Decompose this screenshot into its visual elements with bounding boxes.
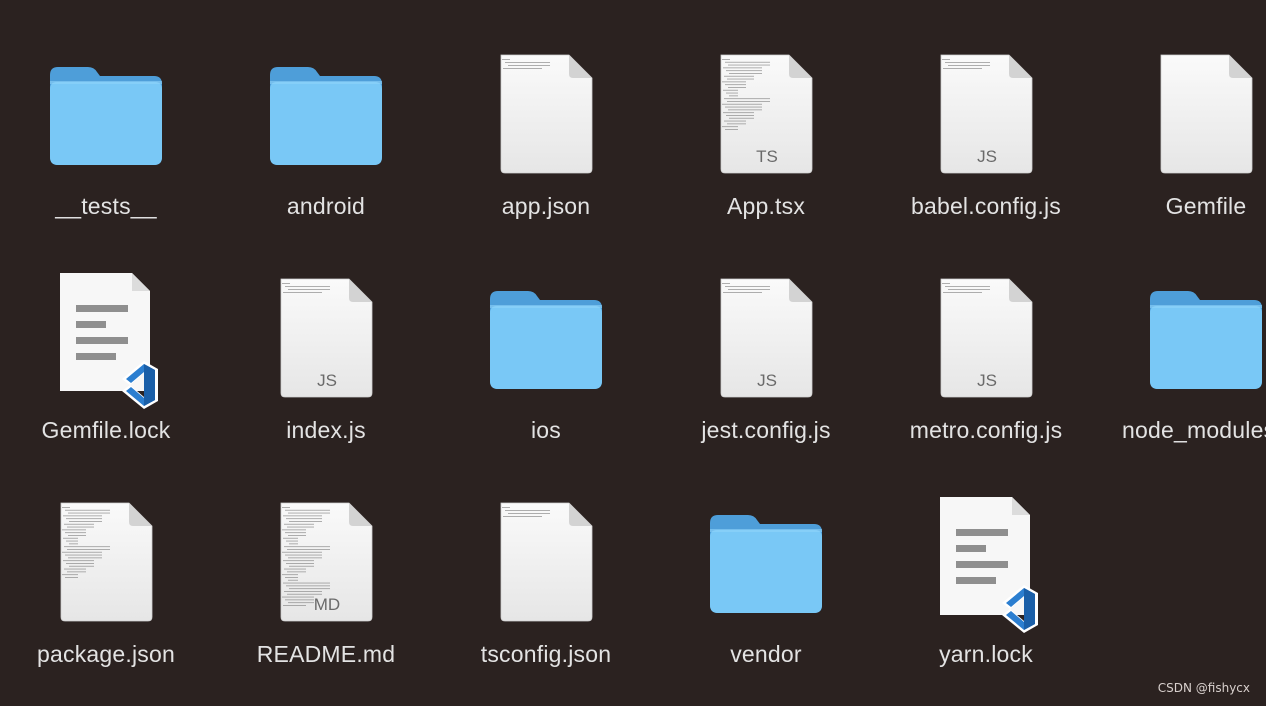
javascript-file-icon: JS	[926, 269, 1046, 399]
file-name: package.json	[37, 641, 175, 667]
file-name: babel.config.js	[910, 193, 1062, 219]
file-name: android	[286, 193, 366, 219]
file-name: Gemfile.lock	[41, 417, 171, 443]
file-item[interactable]: package.json	[0, 463, 216, 687]
file-item[interactable]: app.json	[436, 15, 656, 239]
file-item[interactable]: MD README.md	[216, 463, 436, 687]
typescript-file-icon: TS	[706, 45, 826, 175]
folder-icon	[266, 45, 386, 175]
javascript-file-icon: JS	[706, 269, 826, 399]
file-name: README.md	[256, 641, 396, 667]
file-name: index.js	[286, 417, 366, 443]
file-item[interactable]: JS babel.config.js	[876, 15, 1096, 239]
file-item[interactable]: Gemfile.lock	[0, 239, 216, 463]
file-item[interactable]: ios	[436, 239, 656, 463]
file-item[interactable]: node_modules	[1096, 239, 1266, 463]
file-name: metro.config.js	[909, 417, 1063, 443]
document-icon	[1146, 45, 1266, 175]
document-icon	[46, 493, 166, 623]
document-icon	[486, 493, 606, 623]
folder-icon	[486, 269, 606, 399]
svg-text:MD: MD	[314, 595, 340, 614]
file-item[interactable]: vendor	[656, 463, 876, 687]
file-name: yarn.lock	[939, 641, 1033, 667]
javascript-file-icon: JS	[926, 45, 1046, 175]
file-name: app.json	[501, 193, 591, 219]
file-item[interactable]: JS metro.config.js	[876, 239, 1096, 463]
file-name: jest.config.js	[701, 417, 831, 443]
vscode-document-icon	[926, 493, 1046, 633]
svg-text:JS: JS	[757, 371, 777, 390]
markdown-file-icon: MD	[266, 493, 386, 623]
folder-icon	[1146, 269, 1266, 399]
watermark: CSDN @fishycx	[1157, 681, 1250, 695]
document-icon	[486, 45, 606, 175]
svg-text:JS: JS	[317, 371, 337, 390]
file-item[interactable]: Gemfile	[1096, 15, 1266, 239]
file-name: tsconfig.json	[480, 641, 612, 667]
file-name: Gemfile	[1165, 193, 1247, 219]
file-item[interactable]: TS App.tsx	[656, 15, 876, 239]
folder-icon	[46, 45, 166, 175]
svg-text:JS: JS	[977, 371, 997, 390]
file-name: node_modules	[1122, 417, 1266, 443]
file-item[interactable]: JS jest.config.js	[656, 239, 876, 463]
javascript-file-icon: JS	[266, 269, 386, 399]
file-item[interactable]: android	[216, 15, 436, 239]
svg-text:JS: JS	[977, 147, 997, 166]
file-name: vendor	[730, 641, 802, 667]
file-name: ios	[530, 417, 561, 443]
file-item[interactable]: yarn.lock	[876, 463, 1096, 687]
svg-text:TS: TS	[756, 147, 778, 166]
folder-icon	[706, 493, 826, 623]
file-item[interactable]: JS index.js	[216, 239, 436, 463]
file-item[interactable]: __tests__	[0, 15, 216, 239]
file-grid: __tests__ android app.json TS App.tsx JS…	[0, 0, 1266, 706]
file-name: __tests__	[55, 193, 157, 219]
file-item[interactable]: tsconfig.json	[436, 463, 656, 687]
file-name: App.tsx	[726, 193, 806, 219]
vscode-document-icon	[46, 269, 166, 409]
